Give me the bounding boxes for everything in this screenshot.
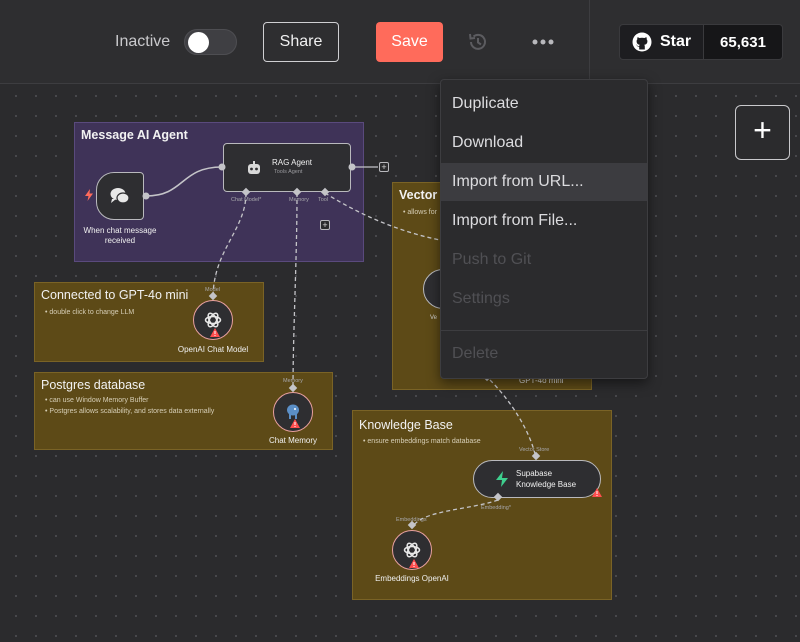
top-bar-divider [589,0,590,84]
connection-trigger-agent [145,166,223,197]
top-bar: Inactive Share Save Star 65,631 [0,0,800,84]
connection-tool [324,192,441,241]
github-icon [632,32,652,52]
workflow-options-menu: Duplicate Download Import from URL... Im… [440,79,648,379]
history-icon[interactable] [467,31,489,53]
github-star-count[interactable]: 65,631 [704,24,783,60]
save-button[interactable]: Save [376,22,443,62]
more-options-icon[interactable] [532,38,554,46]
menu-item-duplicate[interactable]: Duplicate [441,85,647,123]
menu-item-delete[interactable]: Delete [441,335,647,373]
add-node-canvas-button[interactable]: + [735,105,790,160]
toggle-knob [188,32,209,53]
connection-memory [292,192,298,391]
menu-item-push-to-git[interactable]: Push to Git [441,241,647,279]
share-button[interactable]: Share [263,22,339,62]
connection-embedding [411,499,499,529]
menu-item-import-from-file[interactable]: Import from File... [441,202,647,240]
connection-lines [142,163,541,530]
menu-item-download[interactable]: Download [441,124,647,162]
github-star-label: Star [660,33,692,50]
menu-separator [441,330,647,331]
active-toggle[interactable] [184,29,237,55]
github-star-button[interactable]: Star [619,24,704,60]
menu-item-settings[interactable]: Settings [441,280,647,318]
connection-model [212,192,247,299]
connection-vector-kb [489,379,537,459]
menu-item-import-from-url[interactable]: Import from URL... [441,163,647,201]
active-toggle-label: Inactive [115,33,171,50]
